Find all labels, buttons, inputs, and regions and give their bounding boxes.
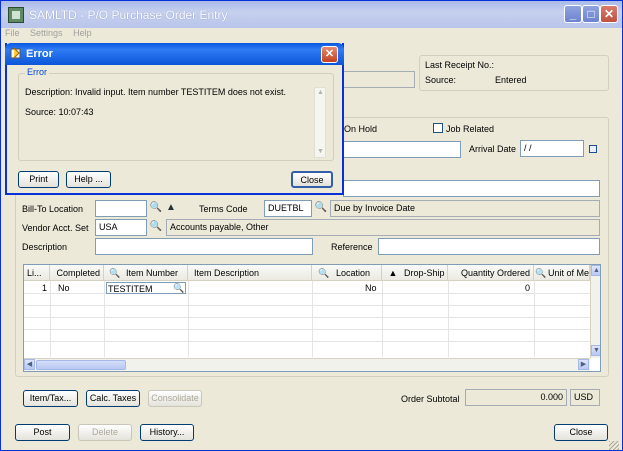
col-uom-label: Unit of Measure — [548, 268, 590, 278]
arrival-date-label: Arrival Date — [469, 144, 517, 154]
col-drop-ship-label: Drop-Ship — [404, 268, 445, 278]
bill-to-location-input[interactable] — [95, 200, 147, 217]
grid-row-line — [24, 341, 590, 342]
error-dialog-close-icon[interactable]: ✕ — [321, 46, 338, 63]
resize-grip-icon[interactable] — [609, 441, 619, 450]
job-related-label: Job Related — [446, 124, 495, 134]
col-drop-ship[interactable]: ▲ Drop-Ship — [382, 265, 448, 281]
item-number-search-icon: 🔍 — [109, 268, 121, 278]
terms-description: Due by Invoice Date — [330, 200, 600, 217]
scroll-left-arrow-icon[interactable]: ◀ — [24, 359, 35, 370]
col-quantity-ordered[interactable]: Quantity Ordered — [448, 265, 534, 281]
error-dialog-titlebar[interactable]: Error ✕ — [5, 43, 344, 65]
error-description: Description: Invalid input. Item number … — [25, 87, 286, 97]
error-dialog-icon — [10, 47, 21, 59]
scroll-right-arrow-icon[interactable]: ▶ — [578, 359, 589, 370]
terms-search-icon[interactable]: 🔍 — [314, 201, 328, 215]
vendor-acct-description: Accounts payable, Other — [166, 219, 600, 236]
bill-to-location-label: Bill-To Location — [22, 204, 84, 214]
app-icon — [8, 7, 24, 23]
row-line-number[interactable]: 1 — [24, 282, 50, 294]
description-input[interactable] — [95, 238, 313, 255]
grid-row-line — [24, 317, 590, 318]
vendor-acct-set-input[interactable]: USA — [95, 219, 147, 236]
description-label: Description — [22, 242, 68, 252]
col-item-number[interactable]: 🔍 Item Number — [104, 265, 188, 281]
order-subtotal-label: Order Subtotal — [401, 394, 460, 404]
currency-code: USD — [570, 389, 600, 406]
col-completed[interactable]: Completed — [50, 265, 104, 281]
grid-row-line — [24, 305, 590, 306]
reference-input[interactable] — [378, 238, 600, 255]
row-drop-ship[interactable]: No — [365, 282, 377, 294]
col-location-label: Location — [336, 268, 371, 278]
terms-code-input[interactable]: DUETBL — [264, 200, 312, 217]
source-label: Source: — [425, 75, 457, 85]
grid-header: Li... Completed 🔍 Item Number Item Descri… — [24, 265, 590, 281]
hidden-field — [343, 71, 415, 88]
minimize-button[interactable]: _ — [564, 5, 582, 23]
bill-to-navigate-icon[interactable]: ▲ — [164, 201, 178, 215]
arrival-date-field[interactable]: / / — [520, 140, 584, 157]
menu-bar: File Settings Help — [5, 28, 100, 42]
close-window-button[interactable]: ✕ — [600, 5, 618, 23]
post-button[interactable]: Post — [15, 424, 70, 441]
detail-lines-grid[interactable]: Li... Completed 🔍 Item Number Item Descri… — [23, 264, 601, 372]
calendar-icon[interactable] — [589, 145, 597, 153]
grid-vertical-scrollbar[interactable]: ▲ ▼ — [590, 265, 600, 358]
menu-file[interactable]: File — [5, 28, 20, 38]
bill-to-search-icon[interactable]: 🔍 — [149, 201, 163, 215]
error-help-button[interactable]: Help ... — [66, 171, 111, 188]
scroll-up-arrow-icon[interactable]: ▲ — [591, 265, 600, 276]
error-scroll-down-icon[interactable]: ▼ — [317, 148, 324, 155]
error-group-label: Error — [25, 67, 49, 77]
error-print-button[interactable]: Print — [18, 171, 59, 188]
reference-label: Reference — [331, 242, 373, 252]
location-search-icon: 🔍 — [318, 268, 330, 278]
close-button[interactable]: Close — [554, 424, 608, 441]
menu-settings[interactable]: Settings — [30, 28, 63, 38]
col-item-description[interactable]: Item Description — [188, 265, 312, 281]
row-item-search-icon[interactable]: 🔍 — [173, 282, 184, 294]
sort-up-icon: ▲ — [388, 268, 398, 278]
error-source: Source: 10:07:43 — [25, 107, 94, 117]
grid-horizontal-scrollbar[interactable]: ◀ ▶ — [24, 358, 590, 371]
col-location[interactable]: 🔍 Location — [312, 265, 382, 281]
error-close-button[interactable]: Close — [291, 171, 333, 188]
job-related-checkbox[interactable] — [433, 123, 443, 133]
delete-button[interactable]: Delete — [78, 424, 132, 441]
horizontal-scroll-thumb[interactable] — [36, 360, 126, 370]
description-header-field[interactable] — [343, 141, 461, 158]
source-value: Entered — [495, 75, 527, 85]
col-item-number-label: Item Number — [126, 268, 179, 278]
last-receipt-label: Last Receipt No.: — [425, 60, 495, 70]
item-tax-button[interactable]: Item/Tax... — [23, 390, 78, 407]
row-completed[interactable]: No — [58, 282, 70, 294]
grid-row-line — [24, 329, 590, 330]
error-text-scrollbar[interactable]: ▲ ▼ — [314, 87, 326, 158]
terms-code-label: Terms Code — [199, 204, 248, 214]
order-subtotal-value: 0.000 — [465, 389, 567, 406]
consolidate-button[interactable]: Consolidate — [148, 390, 202, 407]
col-line[interactable]: Li... — [24, 265, 50, 281]
ship-to-field[interactable] — [343, 180, 600, 197]
error-dialog: Error ✕ Error Description: Invalid input… — [5, 43, 344, 195]
vendor-acct-set-label: Vendor Acct. Set — [22, 223, 89, 233]
on-hold-label: On Hold — [344, 124, 378, 134]
vendor-acct-search-icon[interactable]: 🔍 — [149, 220, 163, 234]
scroll-down-arrow-icon[interactable]: ▼ — [591, 345, 600, 356]
error-scroll-up-icon[interactable]: ▲ — [317, 89, 324, 96]
window-titlebar[interactable]: SAMLTD - P/O Purchase Order Entry _ □ ✕ — [1, 1, 622, 28]
calc-taxes-button[interactable]: Calc. Taxes — [86, 390, 140, 407]
col-unit-of-measure[interactable]: 🔍Unit of Measure — [534, 265, 590, 281]
maximize-button[interactable]: □ — [582, 5, 600, 23]
window-title: SAMLTD - P/O Purchase Order Entry — [29, 8, 228, 22]
menu-help[interactable]: Help — [73, 28, 92, 38]
row-quantity-ordered[interactable]: 0 — [448, 282, 530, 294]
history-button[interactable]: History... — [140, 424, 194, 441]
error-dialog-title: Error — [26, 48, 53, 60]
uom-search-icon: 🔍 — [535, 268, 547, 278]
